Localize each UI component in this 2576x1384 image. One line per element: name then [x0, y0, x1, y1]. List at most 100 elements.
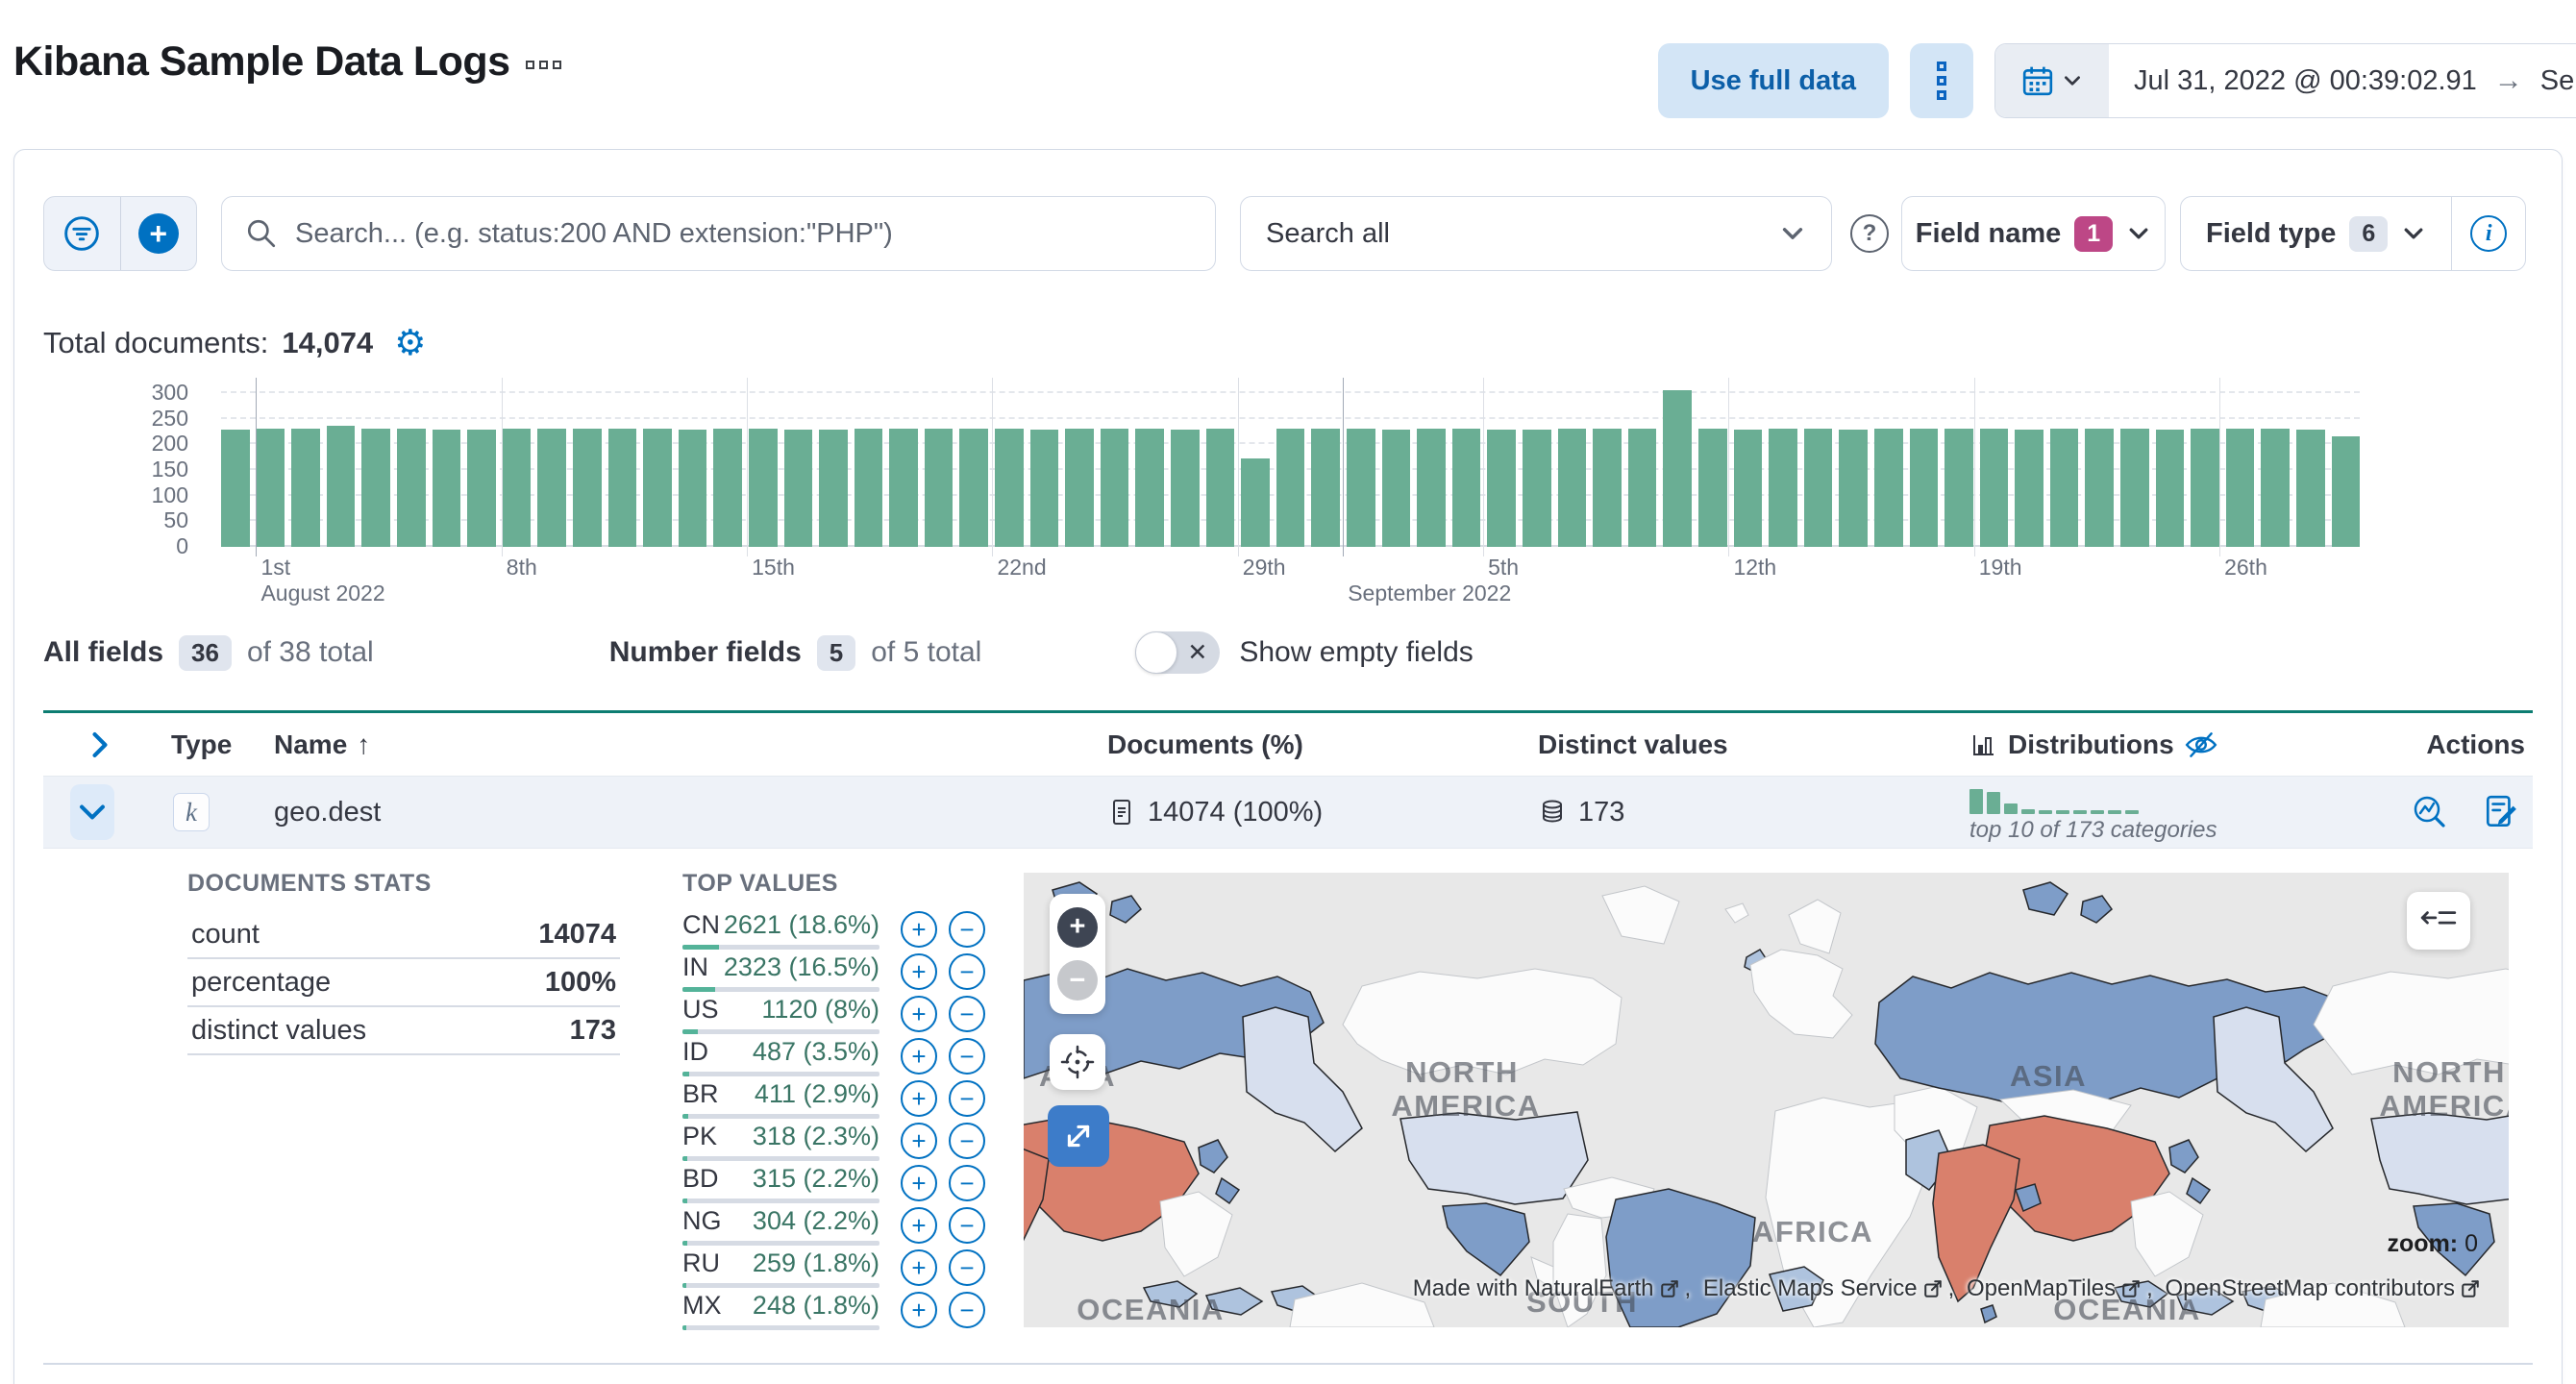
histogram-bar[interactable] [2015, 429, 2043, 547]
filter-for-value-button[interactable]: + [901, 1249, 937, 1286]
info-button[interactable]: i [2452, 197, 2525, 270]
date-range[interactable]: Jul 31, 2022 @ 00:39:02.91 → Sep [2109, 44, 2576, 117]
map-expand-button[interactable] [1048, 1105, 1109, 1167]
histogram-bar[interactable] [713, 429, 742, 547]
map-attribution-link[interactable]: Elastic Maps Service [1703, 1275, 1918, 1302]
filter-for-value-button[interactable]: + [901, 911, 937, 948]
histogram-bar[interactable] [1100, 429, 1129, 547]
histogram-bar[interactable] [432, 429, 461, 547]
histogram-bar[interactable] [2191, 429, 2219, 547]
field-name-cell[interactable]: geo.dest [260, 797, 1091, 828]
histogram-bar[interactable] [1697, 428, 1727, 547]
histogram-bar[interactable] [361, 429, 390, 547]
column-header-distributions[interactable]: Distributions [1956, 729, 2369, 760]
histogram-bar[interactable] [221, 429, 250, 547]
table-row-geo-dest[interactable]: k geo.dest 14074 (100%) 173 top 10 of 17… [43, 776, 2533, 849]
histogram-bar[interactable] [1979, 429, 2009, 547]
histogram-bar[interactable] [396, 429, 426, 547]
histogram-bar[interactable] [889, 429, 918, 547]
histogram-bar[interactable] [1733, 429, 1763, 547]
islands-korea-japan-east[interactable] [2168, 1139, 2212, 1205]
histogram-bar[interactable] [1417, 429, 1446, 547]
gear-icon[interactable]: ⚙ [394, 325, 426, 360]
chevron-right-icon[interactable] [86, 730, 114, 759]
country-united-states[interactable] [1399, 1111, 1589, 1205]
filter-out-value-button[interactable]: − [949, 1207, 985, 1244]
histogram-bar[interactable] [1522, 430, 1551, 547]
histogram-bar[interactable] [748, 429, 778, 547]
histogram-bar[interactable] [2155, 429, 2185, 547]
histogram-bar[interactable] [1627, 429, 1657, 547]
map-attribution-link[interactable]: OpenMapTiles [1967, 1275, 2116, 1302]
histogram-bar[interactable] [502, 428, 532, 547]
use-full-data-button[interactable]: Use full data [1657, 43, 1889, 118]
histogram-bar[interactable] [643, 429, 672, 547]
filter-out-value-button[interactable]: − [949, 1249, 985, 1286]
map-legend-toggle-button[interactable] [2407, 892, 2470, 950]
date-picker-calendar-button[interactable] [1995, 44, 2109, 117]
histogram-bar[interactable] [467, 430, 496, 547]
field-name-filter-button[interactable]: Field name 1 [1901, 196, 2166, 271]
filter-for-value-button[interactable]: + [901, 1207, 937, 1244]
region-alaska[interactable] [1242, 1006, 1363, 1153]
search-input[interactable] [295, 217, 1192, 250]
date-picker[interactable]: Jul 31, 2022 @ 00:39:02.91 → Sep [1994, 43, 2576, 118]
histogram-bar[interactable] [1241, 458, 1270, 547]
islands-korea-japan[interactable] [1198, 1139, 1241, 1205]
histogram-bar[interactable] [1029, 429, 1059, 547]
column-header-name[interactable]: Name ↑ [260, 729, 1091, 760]
country-united-states-far[interactable] [2370, 1112, 2509, 1205]
histogram-bar[interactable] [1205, 428, 1235, 547]
histogram-bar[interactable] [1944, 428, 1973, 547]
histogram-bar[interactable] [1873, 429, 1903, 547]
search-all-select[interactable]: Search all [1240, 196, 1832, 271]
filter-out-value-button[interactable]: − [949, 1123, 985, 1159]
histogram-bar[interactable] [1065, 429, 1094, 547]
histogram-bar[interactable] [2049, 429, 2079, 547]
date-range-start[interactable]: Jul 31, 2022 @ 00:39:02.91 [2134, 65, 2477, 97]
filter-for-value-button[interactable]: + [901, 996, 937, 1032]
filter-for-value-button[interactable]: + [901, 1080, 937, 1117]
map-zoom-out-button[interactable]: − [1057, 960, 1098, 1001]
filter-for-value-button[interactable]: + [901, 1292, 937, 1328]
landmass-indochina[interactable] [1159, 1191, 1233, 1277]
map-panel[interactable]: ASIANORTHAMERICASOUTHAFRICAASIAOCEANIAOC… [1024, 873, 2509, 1327]
filter-for-value-button[interactable]: + [901, 1165, 937, 1201]
help-icon[interactable]: ? [1850, 214, 1889, 253]
island-sri-lanka[interactable] [1980, 1304, 1997, 1324]
filter-out-value-button[interactable]: − [949, 1080, 985, 1117]
histogram-bar[interactable] [291, 429, 320, 547]
histogram-bar[interactable] [1839, 429, 1868, 547]
date-range-end[interactable]: Sep [2540, 65, 2576, 97]
filter-for-value-button[interactable]: + [901, 1123, 937, 1159]
map-attribution-link[interactable]: OpenStreetMap contributors [2166, 1275, 2456, 1302]
eye-slash-icon[interactable] [2184, 730, 2218, 759]
histogram-bar[interactable] [1135, 429, 1165, 547]
map-zoom-in-button[interactable]: + [1057, 906, 1098, 948]
histogram-bar[interactable] [1909, 429, 1939, 547]
histogram-bar[interactable] [1381, 429, 1411, 547]
histogram-bar[interactable] [607, 429, 637, 547]
filter-out-value-button[interactable]: − [949, 1165, 985, 1201]
histogram-bar[interactable] [1311, 429, 1340, 547]
histogram-bar[interactable] [1347, 429, 1375, 547]
histogram-bar[interactable] [2296, 429, 2325, 547]
histogram-bar[interactable] [572, 429, 602, 547]
filter-out-value-button[interactable]: − [949, 911, 985, 948]
histogram-bar[interactable] [678, 429, 707, 547]
histogram-bar[interactable] [1803, 429, 1833, 547]
column-header-distinct-values[interactable]: Distinct values [1523, 729, 1956, 760]
histogram-bar[interactable] [1276, 429, 1305, 547]
histogram-bar[interactable] [1171, 429, 1200, 547]
histogram-bar[interactable] [537, 429, 566, 547]
landmass-iceland[interactable] [1724, 902, 1749, 924]
histogram-bar[interactable] [2331, 436, 2361, 547]
filter-options-button[interactable] [44, 197, 121, 270]
map-fit-to-data-button[interactable] [1050, 1034, 1105, 1090]
histogram-bar[interactable] [2120, 429, 2149, 547]
edit-field-button[interactable] [2483, 794, 2519, 830]
histogram-bar[interactable] [1487, 429, 1516, 547]
histogram-bar[interactable] [783, 429, 813, 547]
histogram-bar[interactable] [1557, 428, 1587, 547]
histogram-bar[interactable] [1769, 429, 1797, 547]
